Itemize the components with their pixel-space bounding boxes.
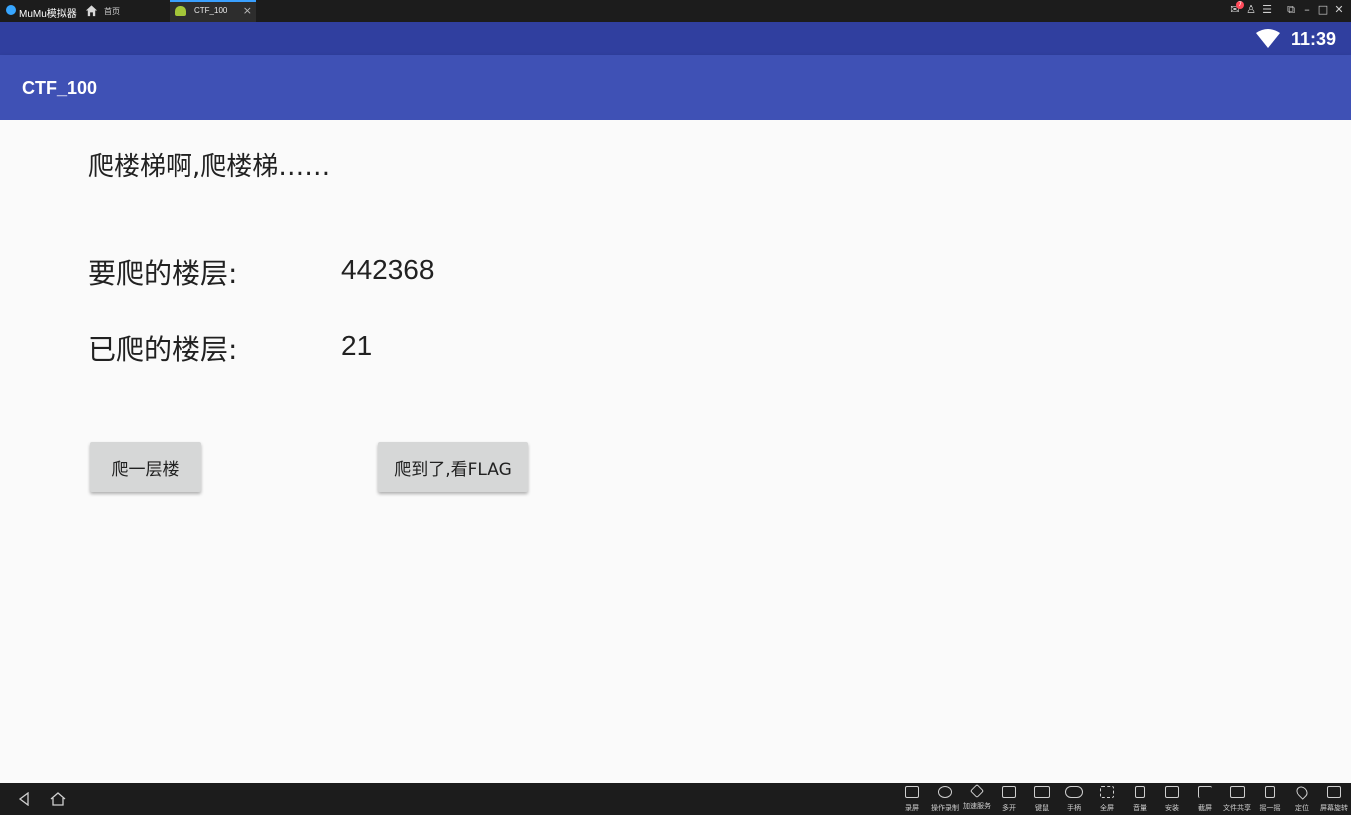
record-icon bbox=[905, 786, 919, 798]
toolbar-label: 定位 bbox=[1295, 804, 1309, 812]
toolbar-fullscreen[interactable]: 全屏 bbox=[1090, 786, 1124, 814]
keyboard-icon bbox=[1034, 786, 1050, 798]
app-title: CTF_100 bbox=[22, 78, 98, 98]
headline-text: 爬楼梯啊,爬楼梯…… bbox=[88, 152, 331, 182]
toolbar-gamepad[interactable]: 手柄 bbox=[1057, 786, 1091, 814]
status-clock: 11:39 bbox=[1291, 29, 1337, 49]
location-icon bbox=[1294, 784, 1310, 800]
toolbar-macro-record[interactable]: 操作录制 bbox=[928, 786, 962, 814]
toolbar-label: 屏幕旋转 bbox=[1320, 804, 1348, 812]
fullscreen-icon bbox=[1100, 786, 1114, 798]
shake-icon bbox=[1265, 786, 1275, 798]
show-flag-button[interactable]: 爬到了,看FLAG bbox=[378, 442, 528, 492]
gamepad-icon bbox=[1065, 786, 1083, 798]
message-icon[interactable]: ✉ 7 bbox=[1228, 1, 1244, 17]
home-tab-icon[interactable] bbox=[85, 4, 98, 17]
maximize-icon[interactable]: □ bbox=[1316, 3, 1330, 17]
toolbar-label: 全屏 bbox=[1100, 804, 1114, 812]
volume-icon bbox=[1135, 786, 1145, 798]
apk-install-icon bbox=[1165, 786, 1179, 798]
android-status-bar: 11:39 bbox=[0, 22, 1351, 55]
close-tab-icon[interactable]: × bbox=[243, 4, 252, 17]
rotate-icon bbox=[1327, 786, 1341, 798]
climb-one-floor-button[interactable]: 爬一层楼 bbox=[90, 442, 201, 492]
emulator-title: MuMu模拟器 bbox=[19, 9, 77, 20]
climbed-floor-value: 21 bbox=[341, 330, 373, 361]
back-icon[interactable] bbox=[18, 792, 30, 806]
minimize-icon[interactable]: – bbox=[1300, 3, 1314, 17]
climbed-floor-label: 已爬的楼层: bbox=[88, 333, 238, 366]
toolbar-accelerate[interactable]: 加速服务 bbox=[960, 783, 994, 814]
screenshot-icon bbox=[1198, 786, 1212, 798]
toolbar-label: 安装 bbox=[1165, 804, 1179, 812]
toolbar-record[interactable]: 录屏 bbox=[895, 786, 929, 814]
toolbar-label: 键鼠 bbox=[1035, 804, 1049, 812]
rocket-icon bbox=[969, 783, 985, 799]
folder-icon bbox=[1229, 786, 1245, 798]
toolbar-rotate[interactable]: 屏幕旋转 bbox=[1317, 786, 1351, 814]
wifi-icon bbox=[1256, 29, 1280, 48]
message-count-badge: 7 bbox=[1236, 1, 1244, 9]
macro-record-icon bbox=[938, 786, 952, 798]
toolbar-label: 录屏 bbox=[905, 804, 919, 812]
emulator-toolbar: 录屏 操作录制 加速服务 多开 键鼠 手柄 全屏 音量 安装 截屏 文件共享 摇… bbox=[0, 783, 1351, 815]
toolbar-file-share[interactable]: 文件共享 bbox=[1220, 786, 1254, 814]
toolbar-label: 截屏 bbox=[1198, 804, 1212, 812]
target-floor-value: 442368 bbox=[341, 254, 435, 285]
toolbar-shake[interactable]: 摇一摇 bbox=[1253, 786, 1287, 814]
emulator-titlebar: MuMu模拟器 首页 CTF_100 × ✉ 7 ♙ ☰ ⧉ – □ ✕ bbox=[0, 0, 1351, 22]
toolbar-label: 音量 bbox=[1133, 804, 1147, 812]
toolbar-label: 操作录制 bbox=[931, 804, 959, 812]
toolbar-label: 文件共享 bbox=[1223, 804, 1251, 812]
toolbar-apk-install[interactable]: 安装 bbox=[1155, 786, 1189, 814]
home-tab-label[interactable]: 首页 bbox=[104, 6, 120, 17]
menu-icon[interactable]: ☰ bbox=[1260, 3, 1274, 17]
toolbar-label: 多开 bbox=[1002, 804, 1016, 812]
toolbar-multi-instance[interactable]: 多开 bbox=[992, 786, 1026, 814]
app-tab-label: CTF_100 bbox=[194, 6, 228, 15]
multi-instance-icon bbox=[1002, 786, 1016, 798]
user-icon[interactable]: ♙ bbox=[1244, 3, 1258, 17]
toolbar-location[interactable]: 定位 bbox=[1285, 784, 1319, 814]
android-home-icon[interactable] bbox=[50, 792, 66, 806]
toolbar-label: 加速服务 bbox=[963, 802, 991, 810]
mumu-logo-icon bbox=[6, 5, 16, 15]
action-bar: CTF_100 bbox=[0, 55, 1351, 120]
toolbar-volume[interactable]: 音量 bbox=[1123, 786, 1157, 814]
toolbar-keyboard[interactable]: 键鼠 bbox=[1025, 786, 1059, 814]
toolbar-screenshot[interactable]: 截屏 bbox=[1188, 786, 1222, 814]
main-content: 爬楼梯啊,爬楼梯…… 要爬的楼层: 442368 已爬的楼层: 21 爬一层楼 … bbox=[0, 120, 1351, 783]
android-app-icon bbox=[175, 6, 186, 16]
pin-window-icon[interactable]: ⧉ bbox=[1284, 3, 1298, 17]
toolbar-label: 手柄 bbox=[1067, 804, 1081, 812]
close-window-icon[interactable]: ✕ bbox=[1332, 3, 1346, 17]
toolbar-label: 摇一摇 bbox=[1259, 804, 1281, 812]
app-tab[interactable]: CTF_100 × bbox=[170, 0, 256, 22]
target-floor-label: 要爬的楼层: bbox=[88, 257, 238, 290]
